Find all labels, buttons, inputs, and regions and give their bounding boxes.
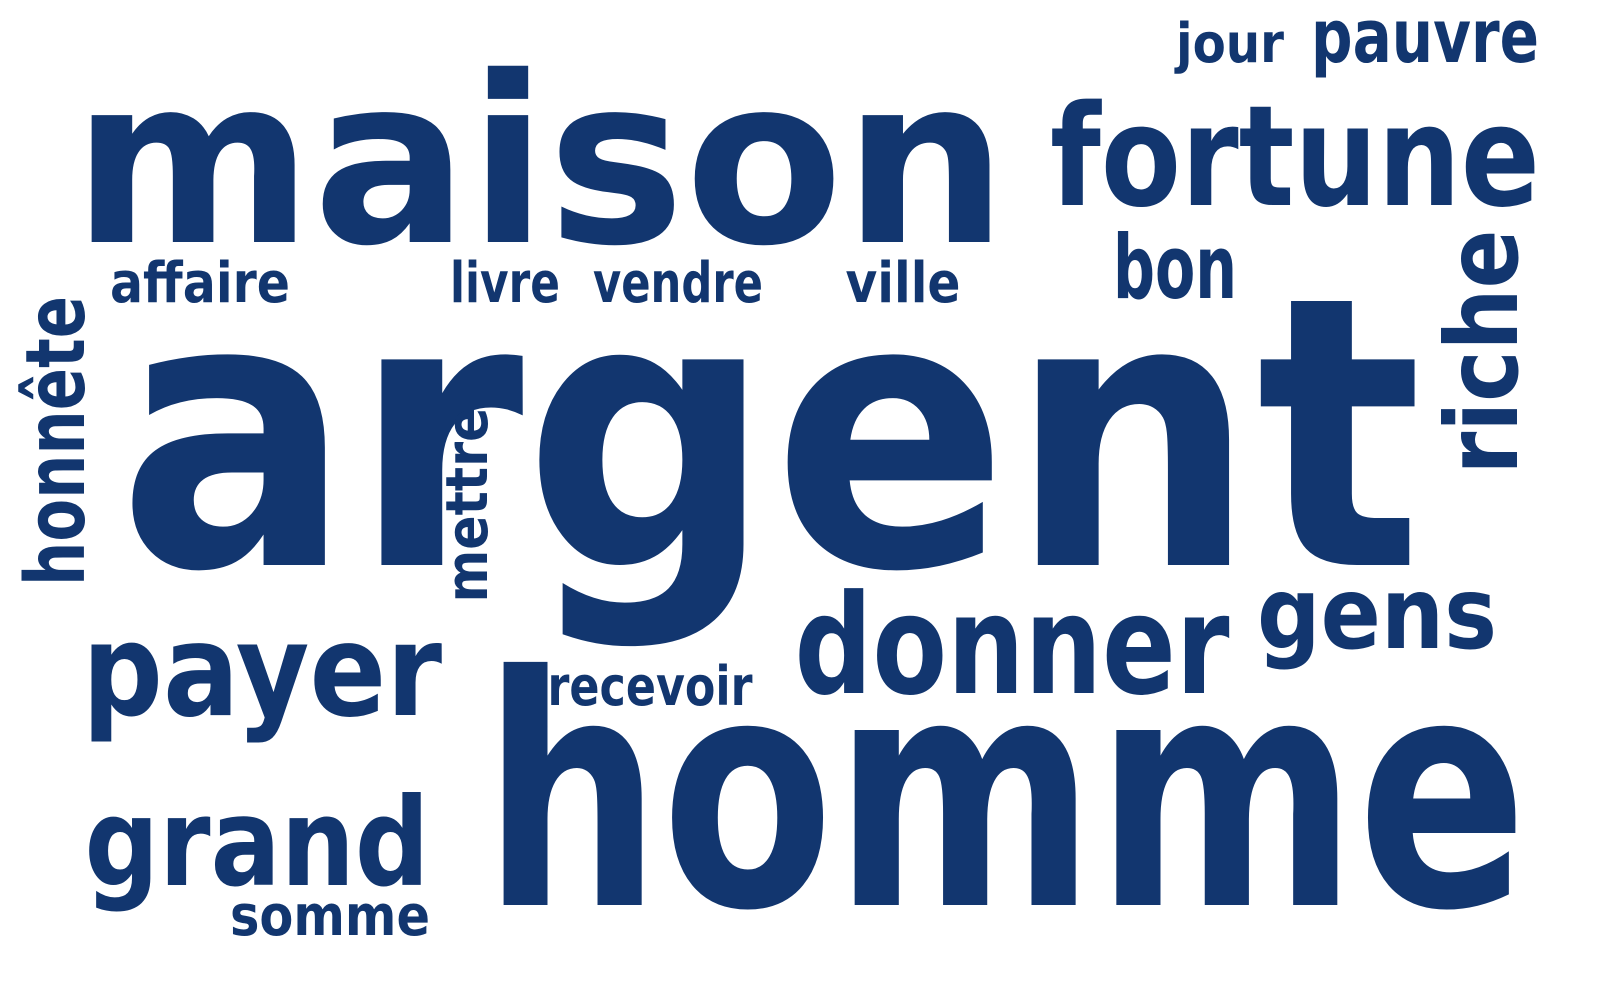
word-somme: somme [230,884,430,949]
word-honnete: honnête [9,296,104,586]
word-jour: jour [1174,12,1284,75]
word-cloud: maison argent homme fortune pauvre jour … [9,0,1541,981]
word-payer: payer [82,597,442,746]
word-donner: donner [795,565,1230,726]
word-ville: ville [846,251,961,316]
word-recevoir: recevoir [548,655,753,718]
word-vendre: vendre [593,251,763,316]
word-mettre: mettre [433,408,501,603]
word-riche: riche [1424,230,1541,475]
word-affaire: affaire [110,251,290,316]
word-gens: gens [1257,555,1497,672]
word-fortune: fortune [1050,76,1540,239]
word-pauvre: pauvre [1311,0,1539,80]
word-livre: livre [450,251,560,316]
word-bon: bon [1113,216,1237,319]
